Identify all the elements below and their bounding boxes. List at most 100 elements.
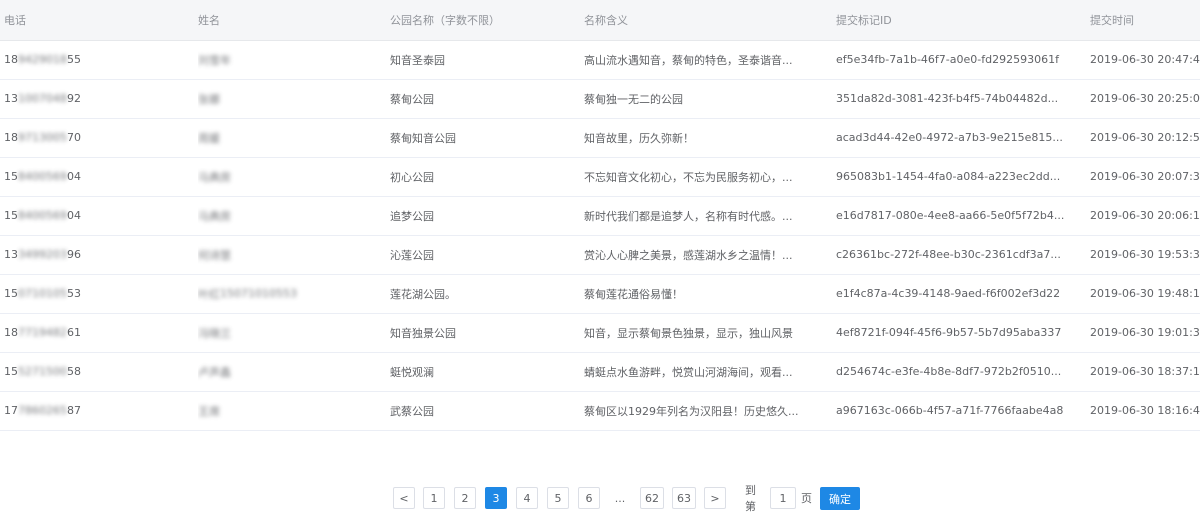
table-row[interactable]: 15 5271500 58 卢声鑫 蜓悦观澜 蜻蜓点水鱼游畔，悦赏山河湖海间，观看... d… bbox=[0, 352, 1200, 392]
table-header: 电话 姓名 公园名称（字数不限） 名称含义 提交标记ID 提交时间 bbox=[0, 0, 1200, 41]
phone-masked: 7719482 bbox=[18, 326, 67, 339]
submission-id-cell: e1f4c87a-4c39-4148-9aed-f6f002ef3d22 bbox=[836, 274, 1076, 313]
phone-masked: 1007048 bbox=[18, 92, 67, 105]
meaning-text: 不忘知音文化初心，不忘为民服务初心，... bbox=[584, 170, 793, 184]
column-header-meaning[interactable]: 名称含义 bbox=[584, 0, 814, 40]
page-button-62[interactable]: 62 bbox=[640, 487, 664, 509]
submit-time: 2019-06-30 20:47:43 bbox=[1090, 53, 1200, 66]
phone-prefix: 13 bbox=[4, 92, 18, 105]
table-row[interactable]: 17 7860265 87 王席 武蔡公园 蔡甸区以1929年列名为汉阳县！历史悠久...… bbox=[0, 391, 1200, 431]
meaning-cell: 蔡甸莲花通俗易懂！ bbox=[584, 274, 814, 313]
phone-suffix: 92 bbox=[67, 92, 81, 105]
phone-prefix: 15 bbox=[4, 365, 18, 378]
column-header-park-name[interactable]: 公园名称（字数不限） bbox=[390, 0, 570, 40]
phone-suffix: 70 bbox=[67, 131, 81, 144]
submission-id-cell: 965083b1-1454-4fa0-a084-a223ec2dd... bbox=[836, 157, 1076, 196]
meaning-cell: 高山流水遇知音，蔡甸的特色，圣泰谐音... bbox=[584, 40, 814, 79]
phone-prefix: 15 bbox=[4, 170, 18, 183]
park-name-cell: 莲花湖公园。 bbox=[390, 274, 570, 313]
table-row[interactable]: 13 1007048 92 张娜 蔡甸公园 蔡甸独一无二的公园 351da82d-3081-… bbox=[0, 79, 1200, 119]
submit-time: 2019-06-30 20:12:52 bbox=[1090, 131, 1200, 144]
submit-time-cell: 2019-06-30 18:37:18 bbox=[1090, 352, 1200, 391]
phone-masked: 5271500 bbox=[18, 365, 67, 378]
submission-id-cell: e16d7817-080e-4ee8-aa66-5e0f5f72b4... bbox=[836, 196, 1076, 235]
phone-prefix: 15 bbox=[4, 209, 18, 222]
phone-suffix: 04 bbox=[67, 209, 81, 222]
table-row[interactable]: 15 0710105 53 叶红 15071010553 莲花湖公园。 蔡甸莲花通俗易懂！ e… bbox=[0, 274, 1200, 314]
park-name: 知音独景公园 bbox=[390, 326, 456, 340]
phone-cell: 17 7860265 87 bbox=[4, 391, 184, 430]
page-button-3-current[interactable]: 3 bbox=[485, 487, 507, 509]
phone-cell: 13 3499203 96 bbox=[4, 235, 184, 274]
prev-page-button[interactable]: < bbox=[393, 487, 415, 509]
table-row[interactable]: 13 3499203 96 何诗慧 沁莲公园 赏沁人心脾之美景，感莲湖水乡之温情！... c… bbox=[0, 235, 1200, 275]
submission-id: d254674c-e3fe-4b8e-8df7-972b2f0510... bbox=[836, 365, 1062, 378]
name-masked: 王席 bbox=[198, 404, 220, 418]
column-header-submit-time[interactable]: 提交时间 bbox=[1090, 0, 1200, 40]
submit-time: 2019-06-30 19:48:14 bbox=[1090, 287, 1200, 300]
submission-id-cell: 4ef8721f-094f-45f6-9b57-5b7d95aba337 bbox=[836, 313, 1076, 352]
submit-time-cell: 2019-06-30 20:47:43 bbox=[1090, 40, 1200, 79]
name-masked: 叶红 bbox=[198, 287, 220, 301]
submission-id: e1f4c87a-4c39-4148-9aed-f6f002ef3d22 bbox=[836, 287, 1061, 300]
phone-prefix: 18 bbox=[4, 131, 18, 144]
phone-prefix: 13 bbox=[4, 248, 18, 261]
meaning-text: 赏沁人心脾之美景，感莲湖水乡之温情！... bbox=[584, 248, 793, 262]
meaning-text: 蔡甸区以1929年列名为汉阳县！历史悠久... bbox=[584, 404, 799, 418]
park-name: 蔡甸知音公园 bbox=[390, 131, 456, 145]
table-row[interactable]: 18 9713005 70 周媛 蔡甸知音公园 知音故里，历久弥新！ acad3d44-42… bbox=[0, 118, 1200, 158]
park-name: 蔡甸公园 bbox=[390, 92, 434, 106]
meaning-cell: 不忘知音文化初心，不忘为民服务初心，... bbox=[584, 157, 814, 196]
submission-id-cell: acad3d44-42e0-4972-a7b3-9e215e815... bbox=[836, 118, 1076, 157]
phone-prefix: 15 bbox=[4, 287, 18, 300]
table-row[interactable]: 15 8400569 04 马典房 初心公园 不忘知音文化初心，不忘为民服务初心，... 9… bbox=[0, 157, 1200, 197]
park-name-cell: 蔡甸公园 bbox=[390, 79, 570, 118]
submission-id-cell: 351da82d-3081-423f-b4f5-74b04482d... bbox=[836, 79, 1076, 118]
pagination-ellipsis[interactable]: ... bbox=[609, 487, 631, 509]
phone-suffix: 58 bbox=[67, 365, 81, 378]
submission-id: e16d7817-080e-4ee8-aa66-5e0f5f72b4... bbox=[836, 209, 1065, 222]
page-button-1[interactable]: 1 bbox=[423, 487, 445, 509]
meaning-cell: 知音故里，历久弥新！ bbox=[584, 118, 814, 157]
goto-label: 到第 bbox=[745, 484, 756, 513]
phone-masked: 9429018 bbox=[18, 53, 67, 66]
submit-time-cell: 2019-06-30 19:53:30 bbox=[1090, 235, 1200, 274]
submission-id: ef5e34fb-7a1b-46f7-a0e0-fd292593061f bbox=[836, 53, 1059, 66]
next-page-button[interactable]: > bbox=[704, 487, 726, 509]
name-masked: 马典房 bbox=[198, 170, 231, 184]
page-button-63[interactable]: 63 bbox=[672, 487, 696, 509]
table-row[interactable]: 18 7719482 61 冯晓兰 知音独景公园 知音，显示蔡甸景色独景，显示，独山风景 4… bbox=[0, 313, 1200, 353]
submission-id: acad3d44-42e0-4972-a7b3-9e215e815... bbox=[836, 131, 1063, 144]
name-cell: 王席 bbox=[198, 391, 378, 430]
meaning-cell: 蔡甸独一无二的公园 bbox=[584, 79, 814, 118]
table-row[interactable]: 15 8400569 04 马典房 追梦公园 新时代我们都是追梦人，名称有时代感。... e… bbox=[0, 196, 1200, 236]
column-header-phone[interactable]: 电话 bbox=[4, 0, 184, 40]
submit-time-cell: 2019-06-30 20:12:52 bbox=[1090, 118, 1200, 157]
confirm-goto-button[interactable]: 确定 bbox=[820, 487, 860, 510]
page-button-2[interactable]: 2 bbox=[454, 487, 476, 509]
name-masked: 冯晓兰 bbox=[198, 326, 231, 340]
name-cell: 周媛 bbox=[198, 118, 378, 157]
column-header-name[interactable]: 姓名 bbox=[198, 0, 378, 40]
meaning-cell: 赏沁人心脾之美景，感莲湖水乡之温情！... bbox=[584, 235, 814, 274]
meaning-text: 蜻蜓点水鱼游畔，悦赏山河湖海间，观看... bbox=[584, 365, 793, 379]
meaning-text: 蔡甸独一无二的公园 bbox=[584, 92, 683, 106]
submission-id-cell: c26361bc-272f-48ee-b30c-2361cdf3a7... bbox=[836, 235, 1076, 274]
submit-time: 2019-06-30 20:07:30 bbox=[1090, 170, 1200, 183]
phone-suffix: 04 bbox=[67, 170, 81, 183]
submit-time: 2019-06-30 19:01:36 bbox=[1090, 326, 1200, 339]
submit-time-cell: 2019-06-30 20:07:30 bbox=[1090, 157, 1200, 196]
phone-cell: 15 0710105 53 bbox=[4, 274, 184, 313]
column-header-submission-id[interactable]: 提交标记ID bbox=[836, 0, 1076, 40]
meaning-text: 新时代我们都是追梦人，名称有时代感。... bbox=[584, 209, 793, 223]
phone-masked: 9713005 bbox=[18, 131, 67, 144]
goto-page-input[interactable] bbox=[770, 487, 796, 509]
table-row[interactable]: 18 9429018 55 刘雪年 知音圣泰园 高山流水遇知音，蔡甸的特色，圣泰谐音...… bbox=[0, 40, 1200, 80]
park-name: 蜓悦观澜 bbox=[390, 365, 434, 379]
page-button-5[interactable]: 5 bbox=[547, 487, 569, 509]
submit-time: 2019-06-30 19:53:30 bbox=[1090, 248, 1200, 261]
page-button-4[interactable]: 4 bbox=[516, 487, 538, 509]
phone-masked: 0710105 bbox=[18, 287, 67, 300]
page-button-6[interactable]: 6 bbox=[578, 487, 600, 509]
meaning-cell: 知音，显示蔡甸景色独景，显示，独山风景 bbox=[584, 313, 814, 352]
